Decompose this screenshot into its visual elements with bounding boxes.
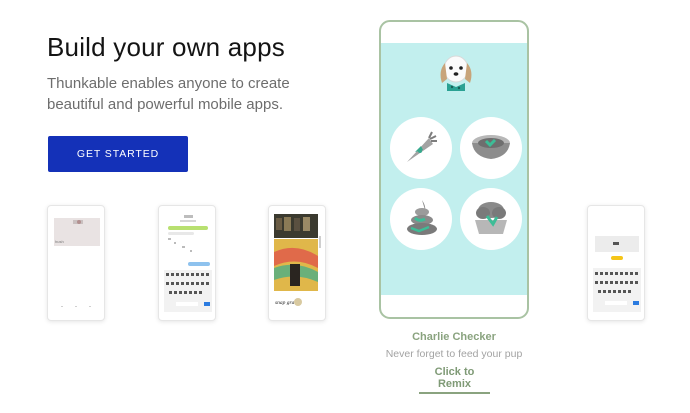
photo-app-screen-art: hush	[54, 218, 100, 307]
hero-title: Build your own apps	[47, 32, 285, 62]
thumbnail-screen: snap gram	[272, 212, 322, 314]
thumbnail-screen	[162, 212, 212, 314]
photo-grid-app-screen-art: snap gram	[274, 214, 321, 306]
keyboard-app-thumbnail[interactable]	[587, 205, 645, 321]
thumbnail-screen: hush	[51, 212, 101, 314]
poop-button[interactable]	[390, 188, 452, 250]
hero-subtitle: Thunkable enables anyone to create beaut…	[47, 75, 290, 113]
thumbnail-caption: hush	[55, 239, 64, 244]
food-bowl-button[interactable]	[460, 117, 522, 179]
bath-button[interactable]	[460, 188, 522, 250]
carrot-button[interactable]	[390, 117, 452, 179]
bath-icon	[469, 198, 513, 245]
featured-app-description: Never forget to feed your pup	[385, 348, 523, 360]
featured-app-phone[interactable]	[379, 20, 529, 319]
click-to-remix-link[interactable]: Click to Remix	[419, 366, 490, 394]
thumbnail-screen	[591, 212, 641, 314]
carrot-icon	[401, 128, 441, 173]
food-bowl-icon	[469, 131, 513, 170]
poop-icon	[403, 198, 441, 245]
dog-avatar-icon	[437, 51, 475, 100]
get-started-button[interactable]: GET STARTED	[48, 136, 188, 172]
chat-app-thumbnail[interactable]	[158, 205, 216, 321]
featured-app-name: Charlie Checker	[412, 331, 496, 343]
photo-grid-app-thumbnail[interactable]: snap gram	[268, 205, 326, 321]
chat-app-screen-art	[164, 215, 212, 312]
photo-app-thumbnail[interactable]: hush	[47, 205, 105, 321]
featured-app-screen	[381, 43, 527, 295]
keyboard-app-screen-art	[593, 236, 641, 312]
